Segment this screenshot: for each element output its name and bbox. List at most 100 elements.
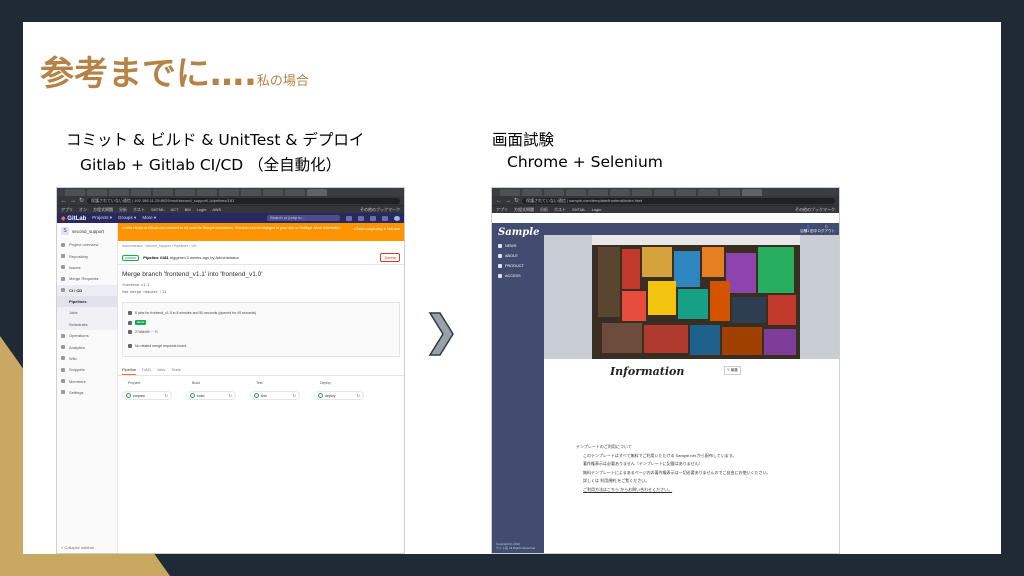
nav-product[interactable]: PRODUCT (492, 261, 544, 271)
help-icon[interactable] (382, 215, 388, 221)
reload-icon[interactable]: ↻ (514, 198, 519, 204)
bookmark[interactable]: SHTML (151, 207, 165, 212)
browser-tab[interactable] (522, 189, 542, 196)
browser-tab[interactable] (566, 189, 586, 196)
bookmark[interactable]: その他のブックマーク (360, 207, 400, 213)
sidebar-item-merge-requests[interactable]: Merge Requests (57, 273, 117, 284)
sidebar-item-issues[interactable]: Issues (57, 262, 117, 273)
browser-tab[interactable] (219, 189, 239, 196)
browser-tab[interactable] (698, 189, 718, 196)
forward-icon[interactable]: → (505, 198, 511, 204)
gitlab-logo[interactable]: ◆ GitLab (61, 215, 86, 222)
browser-tab[interactable] (65, 189, 85, 196)
browser-tab[interactable] (676, 189, 696, 196)
browser-tab[interactable] (87, 189, 107, 196)
sidebar-item-analytics[interactable]: Analytics (57, 341, 117, 352)
avatar[interactable] (394, 215, 400, 221)
bookmark[interactable]: アプリ (496, 207, 508, 213)
url-field[interactable]: 保護されていない通信 | 192.168.11.25:8929/root/sec… (87, 197, 400, 204)
nav-access[interactable]: ACCESS (492, 271, 544, 281)
sidebar-item-snippets[interactable]: Snippets (57, 364, 117, 375)
bookmark[interactable]: ACT (171, 207, 179, 212)
browser-tab[interactable] (153, 189, 173, 196)
job-deploy[interactable]: deploy ↻ (314, 391, 364, 400)
nav-more[interactable]: More ▾ (142, 215, 156, 221)
bookmark[interactable]: Login (592, 207, 602, 212)
sidebar-subitem-pipelines[interactable]: Pipelines (57, 295, 117, 308)
merge-requests-icon[interactable] (358, 215, 364, 221)
bookmark[interactable]: ホスト (133, 207, 145, 213)
browser-tab[interactable] (263, 189, 283, 196)
issues-icon[interactable] (346, 215, 352, 221)
retry-icon[interactable]: ↻ (229, 393, 232, 398)
bookmark[interactable]: その他のブックマーク (795, 207, 835, 213)
project-header[interactable]: S second_support (57, 223, 117, 239)
nav-groups[interactable]: Groups ▾ (118, 215, 136, 221)
browser-tab[interactable] (285, 189, 305, 196)
job-build[interactable]: build ↻ (186, 391, 236, 400)
sidebar-item-project-overview[interactable]: Project overview (57, 239, 117, 250)
browser-tab-active[interactable] (742, 189, 762, 196)
nav-about[interactable]: ABOUT (492, 251, 544, 261)
bookmark[interactable]: アプリ (61, 207, 73, 213)
logout-button[interactable]: ⎋ ログアウト (818, 225, 836, 233)
browser-tab-active[interactable] (307, 189, 327, 196)
sidebar-item-settings[interactable]: Settings (57, 387, 117, 398)
nav-news[interactable]: NEWS (492, 241, 544, 251)
bookmark[interactable]: AWS (212, 207, 221, 212)
bookmark[interactable]: SHTML (572, 207, 586, 212)
edit-button[interactable]: ✎ 編集 (724, 366, 741, 375)
bookmark[interactable]: Login (197, 207, 207, 212)
sidebar-item-operations[interactable]: Operations (57, 330, 117, 341)
retry-icon[interactable]: ↻ (165, 393, 168, 398)
sidebar-item-wiki[interactable]: Wiki (57, 353, 117, 364)
retry-icon[interactable]: ↻ (293, 393, 296, 398)
user-menu[interactable]: 👤 店舗1 田中 (800, 225, 817, 233)
tab-jobs[interactable]: Jobs (157, 367, 165, 375)
sidebar-item-cicd[interactable]: CI / CD (57, 284, 117, 296)
browser-tab[interactable] (632, 189, 652, 196)
sidebar-subitem-schedules[interactable]: Schedules (57, 318, 117, 330)
browser-tab[interactable] (500, 189, 520, 196)
browser-tab[interactable] (610, 189, 630, 196)
bookmark[interactable]: 方程式問題 (93, 207, 113, 213)
bookmark[interactable]: BM (185, 207, 191, 212)
info-link[interactable]: ご利用方法はこちら からお問い合わせください。 (576, 486, 771, 495)
browser-tab[interactable] (588, 189, 608, 196)
status-badge[interactable]: passed (122, 254, 140, 261)
browser-tab[interactable] (241, 189, 261, 196)
browser-tab[interactable] (109, 189, 129, 196)
sample-logo[interactable]: Sample (492, 223, 544, 241)
bookmark[interactable]: オン (79, 207, 87, 213)
tab-dag[interactable]: DAG (142, 367, 151, 375)
tab-pipeline[interactable]: Pipeline (122, 367, 137, 375)
banner-actions[interactable]: Check usage ping ✕ Not now (354, 227, 400, 232)
back-icon[interactable]: ← (61, 198, 67, 204)
retry-icon[interactable]: ↻ (357, 393, 360, 398)
bookmark[interactable]: 分析 (119, 207, 127, 213)
tab-tests[interactable]: Tests (171, 367, 180, 375)
delete-button[interactable]: Delete (380, 253, 400, 262)
bookmark[interactable]: 分析 (540, 207, 548, 213)
browser-tab[interactable] (654, 189, 674, 196)
search-input[interactable]: Search or jump to... (267, 215, 340, 221)
nav-projects[interactable]: Projects ▾ (92, 215, 112, 221)
job-prepare[interactable]: prepare ↻ (122, 391, 172, 400)
back-icon[interactable]: ← (496, 198, 502, 204)
job-test[interactable]: test ↻ (250, 391, 300, 400)
browser-tab[interactable] (720, 189, 740, 196)
browser-tab[interactable] (544, 189, 564, 196)
bookmark[interactable]: 方程式問題 (514, 207, 534, 213)
browser-tab[interactable] (197, 189, 217, 196)
url-field[interactable]: 保護されていない通信 | sample.com/template/fronten… (522, 197, 835, 204)
browser-tab[interactable] (131, 189, 151, 196)
sidebar-item-repository[interactable]: Repository (57, 250, 117, 261)
bookmark[interactable]: ホスト (554, 207, 566, 213)
reload-icon[interactable]: ↻ (79, 198, 84, 204)
sidebar-item-members[interactable]: Members (57, 376, 117, 387)
todo-icon[interactable] (370, 215, 376, 221)
forward-icon[interactable]: → (70, 198, 76, 204)
browser-tab[interactable] (175, 189, 195, 196)
sidebar-subitem-jobs[interactable]: Jobs (57, 307, 117, 319)
collapse-sidebar-button[interactable]: « Collapse sidebar (61, 545, 94, 550)
